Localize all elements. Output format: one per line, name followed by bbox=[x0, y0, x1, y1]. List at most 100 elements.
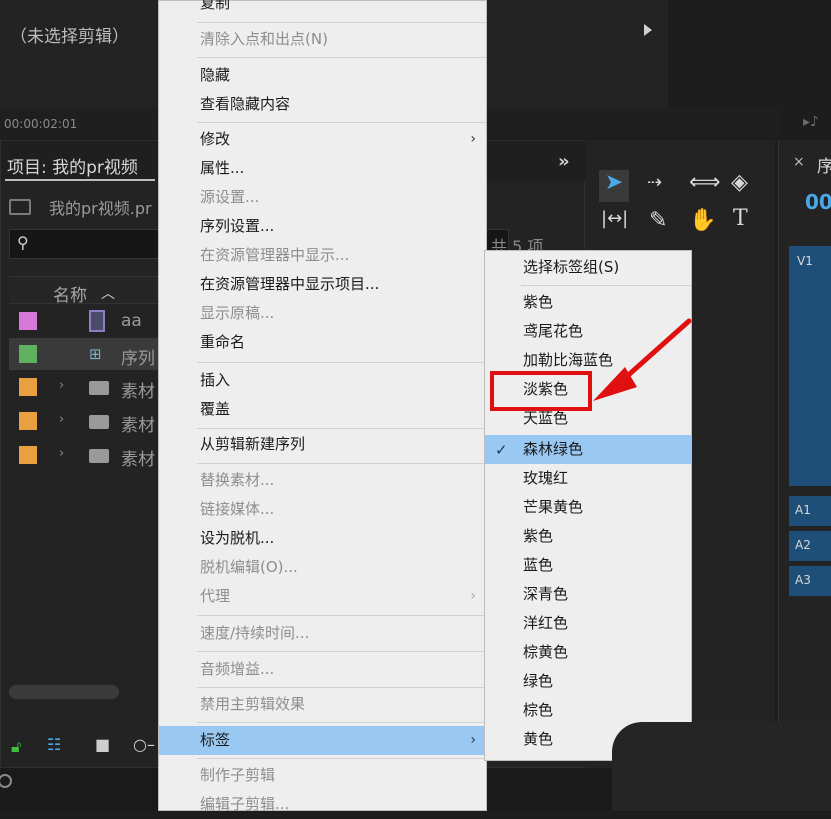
menu-item-disable-master-effects[interactable]: 禁用主剪辑效果 bbox=[159, 690, 486, 719]
submenu-arrow-icon: › bbox=[470, 732, 476, 748]
menu-item-make-offline[interactable]: 设为脱机... bbox=[159, 524, 486, 553]
razor-tool-icon[interactable]: ◈ bbox=[731, 170, 748, 195]
menu-separator bbox=[197, 428, 486, 429]
menu-separator bbox=[197, 122, 486, 123]
play-icon[interactable] bbox=[644, 24, 652, 36]
submenu-item-magenta[interactable]: 洋红色 bbox=[485, 609, 691, 638]
menu-item-new-sequence-from-clip[interactable]: 从剪辑新建序列 bbox=[159, 430, 486, 459]
selection-tool-icon[interactable]: ➤ bbox=[599, 170, 629, 202]
sort-ascending-icon[interactable]: ︿ bbox=[101, 283, 115, 303]
tab-project[interactable]: 项目: 我的pr视频 bbox=[7, 153, 138, 178]
timeline-timecode[interactable]: 00 bbox=[805, 190, 831, 214]
timeline-panel: × 序 00 V1 A1 A2 A3 bbox=[778, 140, 831, 768]
item-name: 素材 bbox=[121, 382, 155, 402]
menu-item-make-subclip[interactable]: 制作子剪辑 bbox=[159, 761, 486, 790]
menu-item-show-original[interactable]: 显示原稿... bbox=[159, 299, 486, 328]
menu-item-reveal-project-in-explorer[interactable]: 在资源管理器中显示项目... bbox=[159, 270, 486, 299]
menu-separator bbox=[197, 722, 486, 723]
label-color-swatch[interactable] bbox=[19, 312, 37, 330]
search-icon: ⚲ bbox=[17, 233, 29, 252]
menu-item-rename[interactable]: 重命名 bbox=[159, 328, 486, 357]
audio-track-a3[interactable]: A3 bbox=[789, 566, 831, 596]
tab-timeline[interactable]: 序 bbox=[817, 152, 831, 177]
column-header-name[interactable]: 名称 bbox=[53, 281, 87, 306]
checkmark-icon: ✓ bbox=[495, 441, 508, 459]
menu-item-proxy[interactable]: 代理 › bbox=[159, 582, 486, 611]
annotation-arrow-icon bbox=[593, 318, 692, 401]
icon-view-icon[interactable]: ■ bbox=[95, 735, 110, 754]
hand-tool-icon[interactable]: ✋ bbox=[689, 208, 716, 233]
expand-arrow-icon[interactable]: › bbox=[59, 378, 64, 393]
menu-item-sequence-settings[interactable]: 序列设置... bbox=[159, 212, 486, 241]
submenu-item-text: 森林绿色 bbox=[523, 440, 584, 458]
submenu-item-tan[interactable]: 棕黄色 bbox=[485, 638, 691, 667]
audio-track-a2[interactable]: A2 bbox=[789, 531, 831, 561]
submenu-item-mango[interactable]: 芒果黄色 bbox=[485, 493, 691, 522]
menu-item-clear-in-out[interactable]: 清除入点和出点(N) bbox=[159, 25, 486, 54]
submenu-item-brown[interactable]: 棕色 bbox=[485, 696, 691, 725]
item-name: aa bbox=[121, 311, 142, 331]
submenu-item-violet[interactable]: 紫色 bbox=[485, 288, 691, 317]
menu-separator bbox=[197, 687, 486, 688]
audio-icon[interactable]: ▸♪ bbox=[803, 114, 819, 130]
menu-item-view-hidden[interactable]: 查看隐藏内容 bbox=[159, 90, 486, 119]
menu-separator bbox=[197, 57, 486, 58]
label-color-swatch[interactable] bbox=[19, 412, 37, 430]
submenu-item-green[interactable]: 绿色 bbox=[485, 667, 691, 696]
sequence-icon: ⊞ bbox=[89, 345, 102, 363]
menu-item-source-settings[interactable]: 源设置... bbox=[159, 183, 486, 212]
track-select-tool-icon[interactable]: ⇢ bbox=[647, 172, 662, 193]
menu-item-copy[interactable]: 复制 bbox=[159, 0, 486, 18]
zoom-slider-icon[interactable]: ○– bbox=[133, 735, 155, 754]
menu-item-hide[interactable]: 隐藏 bbox=[159, 61, 486, 90]
audio-track-a1[interactable]: A1 bbox=[789, 496, 831, 526]
menu-item-modify[interactable]: 修改 › bbox=[159, 125, 486, 154]
folder-icon bbox=[89, 381, 109, 395]
menu-item-label[interactable]: 标签 › bbox=[159, 726, 486, 755]
menu-separator bbox=[197, 362, 486, 363]
type-tool-icon[interactable]: T bbox=[733, 206, 748, 231]
source-monitor-title: （未选择剪辑） bbox=[10, 27, 129, 47]
submenu-arrow-icon: › bbox=[470, 131, 476, 147]
menu-separator bbox=[197, 463, 486, 464]
submenu-item-blue[interactable]: 蓝色 bbox=[485, 551, 691, 580]
submenu-item-purple[interactable]: 紫色 bbox=[485, 522, 691, 551]
menu-separator bbox=[197, 651, 486, 652]
label-color-swatch[interactable] bbox=[19, 345, 37, 363]
expand-arrow-icon[interactable]: › bbox=[59, 412, 64, 427]
submenu-item-rose[interactable]: 玫瑰红 bbox=[485, 464, 691, 493]
menu-item-replace-footage[interactable]: 替换素材... bbox=[159, 466, 486, 495]
expand-arrow-icon[interactable]: › bbox=[59, 446, 64, 461]
folder-icon bbox=[89, 449, 109, 463]
panel-overflow-icon[interactable]: » bbox=[558, 151, 570, 172]
tab-underline bbox=[5, 179, 155, 181]
submenu-item-forest[interactable]: ✓ 森林绿色 bbox=[485, 435, 691, 464]
menu-item-speed-duration[interactable]: 速度/持续时间... bbox=[159, 619, 486, 648]
slip-tool-icon[interactable]: |↔| bbox=[601, 208, 628, 229]
lock-icon[interactable]: 🔓︎ bbox=[11, 737, 21, 757]
menu-item-edit-subclip[interactable]: 编辑子剪辑... bbox=[159, 790, 486, 819]
ripple-edit-tool-icon[interactable]: ⟺ bbox=[689, 170, 721, 195]
menu-item-label: 修改 bbox=[200, 130, 231, 148]
clip-icon bbox=[89, 310, 105, 332]
menu-item-insert[interactable]: 插入 bbox=[159, 366, 486, 395]
menu-item-overwrite[interactable]: 覆盖 bbox=[159, 395, 486, 424]
menu-item-link-media[interactable]: 链接媒体... bbox=[159, 495, 486, 524]
menu-item-properties[interactable]: 属性... bbox=[159, 154, 486, 183]
label-color-swatch[interactable] bbox=[19, 378, 37, 396]
pen-tool-icon[interactable]: ✎ bbox=[649, 208, 667, 233]
close-icon[interactable]: × bbox=[793, 154, 805, 170]
label-color-swatch[interactable] bbox=[19, 446, 37, 464]
video-track-v1[interactable] bbox=[789, 246, 831, 486]
list-view-icon[interactable]: ☷ bbox=[47, 735, 61, 754]
redaction-blob bbox=[612, 722, 831, 811]
menu-separator bbox=[197, 22, 486, 23]
submenu-item-teal[interactable]: 深青色 bbox=[485, 580, 691, 609]
clock-icon bbox=[0, 774, 12, 788]
menu-item-audio-gain[interactable]: 音频增益... bbox=[159, 655, 486, 684]
submenu-item-select-label-group[interactable]: 选择标签组(S) bbox=[485, 253, 691, 282]
item-name: 序列 bbox=[121, 349, 155, 369]
horizontal-scrollbar[interactable] bbox=[9, 685, 119, 699]
menu-item-edit-offline[interactable]: 脱机编辑(O)... bbox=[159, 553, 486, 582]
menu-item-reveal-in-explorer[interactable]: 在资源管理器中显示... bbox=[159, 241, 486, 270]
